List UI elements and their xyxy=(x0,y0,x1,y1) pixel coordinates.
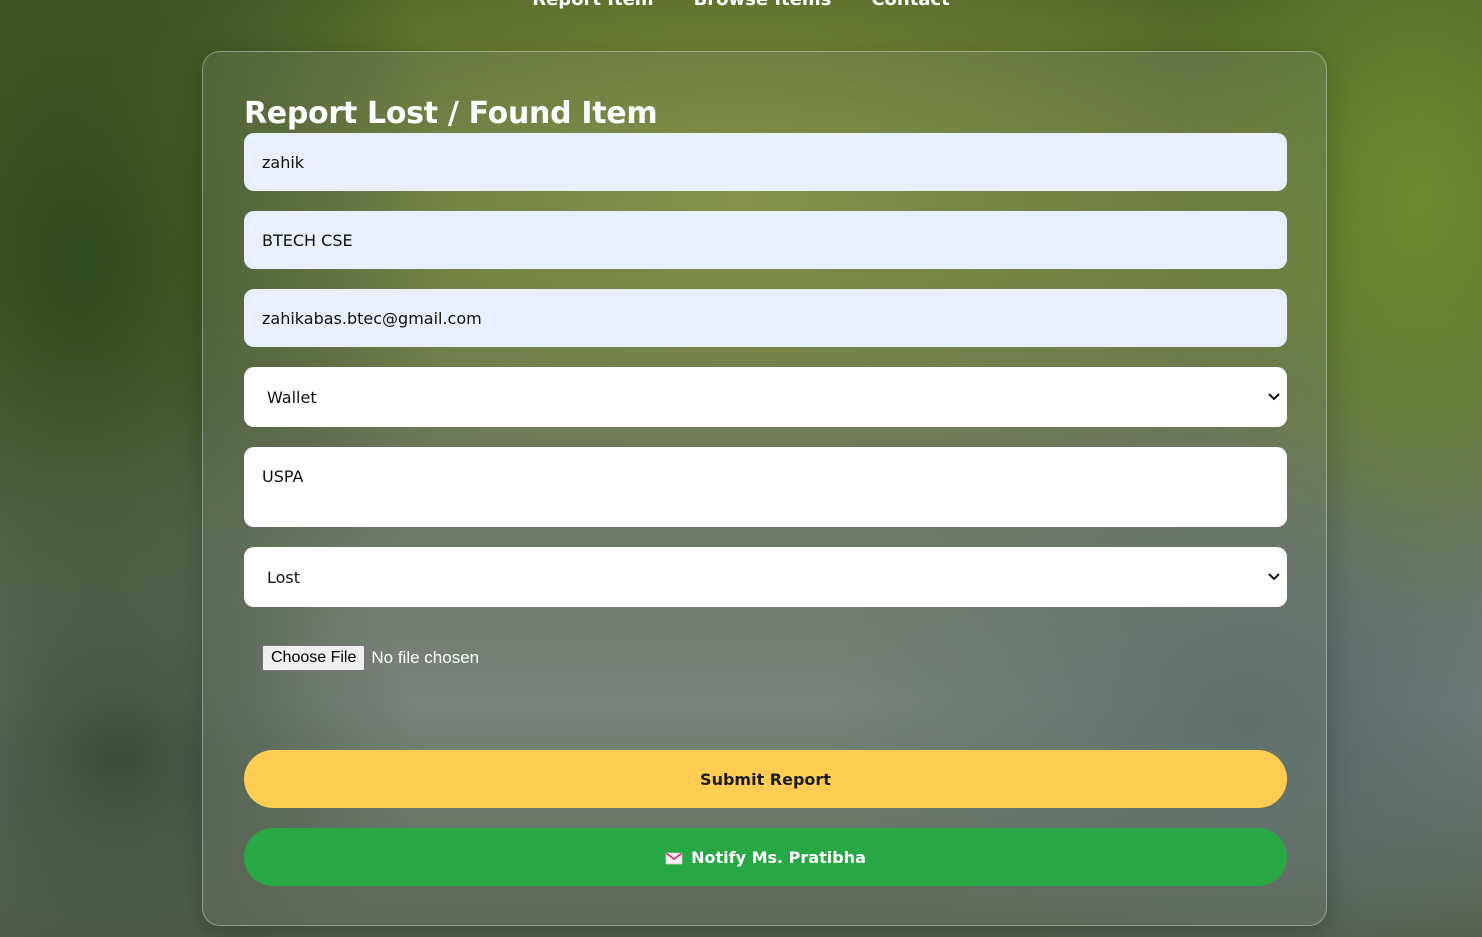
file-upload: Choose File No file chosen xyxy=(262,645,479,671)
course-input[interactable]: BTECH CSE xyxy=(244,211,1287,269)
top-nav: Report Item Browse Items Contact xyxy=(0,0,1482,12)
nav-browse-items[interactable]: Browse Items xyxy=(694,0,832,12)
category-select[interactable]: Wallet xyxy=(244,367,1287,427)
name-input[interactable]: zahik xyxy=(244,133,1287,191)
category-select-value: Wallet xyxy=(267,387,317,407)
email-input-value: zahikabas.btec@gmail.com xyxy=(262,308,482,328)
chevron-down-icon xyxy=(1267,390,1281,404)
nav-contact[interactable]: Contact xyxy=(871,0,949,12)
chevron-down-icon xyxy=(1267,570,1281,584)
envelope-icon xyxy=(665,850,683,865)
location-textarea-value: USPA xyxy=(262,467,304,486)
submit-report-button[interactable]: Submit Report xyxy=(244,750,1287,808)
nav-report-item[interactable]: Report Item xyxy=(532,0,653,12)
notify-label: Notify Ms. Pratibha xyxy=(691,847,866,867)
form-title: Report Lost / Found Item xyxy=(244,96,658,131)
course-input-value: BTECH CSE xyxy=(262,230,353,250)
status-select-value: Lost xyxy=(267,567,301,587)
notify-button[interactable]: Notify Ms. Pratibha xyxy=(244,828,1287,886)
email-input[interactable]: zahikabas.btec@gmail.com xyxy=(244,289,1287,347)
report-form-card: Report Lost / Found Item zahik BTECH CSE… xyxy=(202,51,1327,926)
status-select[interactable]: Lost xyxy=(244,547,1287,607)
name-input-value: zahik xyxy=(262,152,305,172)
file-status-text: No file chosen xyxy=(371,648,480,667)
location-textarea[interactable]: USPA xyxy=(244,447,1287,527)
choose-file-button[interactable]: Choose File xyxy=(262,645,366,671)
submit-report-label: Submit Report xyxy=(700,769,831,789)
